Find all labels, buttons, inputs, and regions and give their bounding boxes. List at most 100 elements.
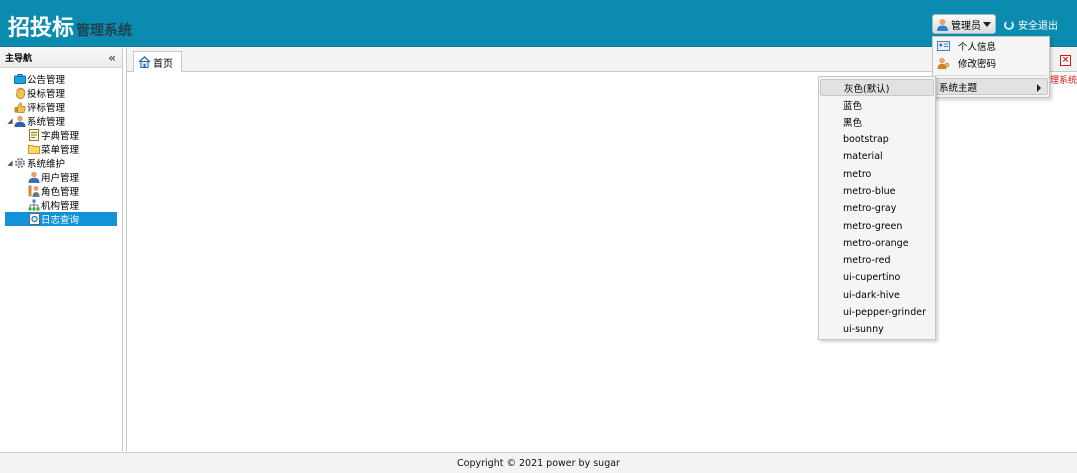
sidebar-item-label: 日志查询: [41, 215, 80, 226]
tree-expanded-icon[interactable]: ◢: [6, 117, 14, 125]
sidebar-item-system-management[interactable]: ◢ 系统管理: [0, 114, 122, 128]
theme-option[interactable]: metro-orange: [819, 235, 935, 252]
sidebar-item-label: 菜单管理: [41, 145, 80, 156]
hand-icon: [14, 87, 26, 99]
tab-home[interactable]: 首页: [133, 51, 182, 72]
theme-option[interactable]: ui-cupertino: [819, 269, 935, 286]
theme-option[interactable]: metro-green: [819, 217, 935, 234]
footer: Copyright © 2021 power by sugar: [0, 452, 1077, 473]
menu-divider: [935, 75, 1047, 76]
sidebar-item-label: 公告管理: [27, 75, 66, 86]
sidebar-item-label: 系统管理: [27, 117, 66, 128]
org-icon: [28, 199, 40, 211]
theme-option-label: material: [843, 151, 883, 163]
menu-item-profile-label: 个人信息: [958, 41, 997, 53]
theme-option-label: metro-blue: [843, 185, 896, 197]
folder-icon: [28, 144, 40, 155]
tree-expanded-icon[interactable]: ◢: [6, 159, 14, 167]
sidebar-item-dictionary[interactable]: 字典管理: [0, 128, 122, 142]
sidebar: 主导航 « 公告管理 投标管理 评标管理 ◢ 系统管理 字典管理 菜单管理 ◢ …: [0, 48, 123, 451]
logout-button[interactable]: 安全退出: [1004, 17, 1058, 32]
sidebar-item-menu-management[interactable]: 菜单管理: [0, 142, 122, 156]
user-dropdown-menu: 个人信息 修改密码 系统主题: [932, 36, 1050, 98]
sidebar-title: 主导航: [5, 54, 33, 64]
role-icon: [28, 185, 40, 197]
sidebar-item-label: 系统维护: [27, 159, 66, 170]
chevron-down-icon: [983, 22, 991, 27]
menu-item-system-theme-label: 系统主题: [939, 82, 978, 94]
theme-option-label: metro: [843, 168, 872, 180]
theme-option-label: 黑色: [843, 118, 863, 130]
theme-option[interactable]: metro-red: [819, 252, 935, 269]
sidebar-item-announcements[interactable]: 公告管理: [0, 72, 122, 86]
marquee-text: 管理系统: [1049, 76, 1077, 86]
sidebar-item-label: 用户管理: [41, 173, 80, 184]
theme-option-label: ui-cupertino: [843, 272, 901, 284]
copyright-text: Copyright © 2021 power by sugar: [457, 458, 620, 469]
theme-option-label: 蓝色: [843, 100, 863, 112]
close-icon[interactable]: ×: [1060, 55, 1071, 66]
user-icon: [936, 18, 949, 31]
sidebar-item-label: 字典管理: [41, 131, 80, 142]
theme-option[interactable]: 蓝色: [819, 96, 935, 113]
sidebar-item-label: 机构管理: [41, 201, 80, 212]
power-icon: [1004, 19, 1014, 30]
brand-sub-title: 管理系统: [76, 23, 133, 39]
theme-option-label: metro-orange: [843, 237, 909, 249]
document-icon: [28, 129, 40, 141]
theme-option[interactable]: 黑色: [819, 114, 935, 131]
user-menu-label: 管理员: [951, 20, 981, 32]
home-icon: [138, 56, 151, 68]
gear-icon: [14, 158, 26, 169]
theme-option-label: 灰色(默认): [844, 83, 890, 95]
menu-item-profile[interactable]: 个人信息: [933, 37, 1049, 54]
theme-option-label: ui-dark-hive: [843, 289, 900, 301]
sidebar-item-org-management[interactable]: 机构管理: [0, 198, 122, 212]
theme-submenu: 灰色(默认) 蓝色 黑色 bootstrap material metro me…: [818, 76, 936, 340]
sidebar-item-evaluation[interactable]: 评标管理: [0, 100, 122, 114]
theme-option[interactable]: ui-dark-hive: [819, 287, 935, 304]
theme-option-label: ui-sunny: [843, 324, 884, 336]
brand-main-title: 招投标: [8, 16, 75, 41]
theme-option-label: metro-green: [843, 220, 903, 232]
user-key-icon: [937, 57, 950, 69]
theme-option-label: metro-gray: [843, 203, 897, 215]
logout-label: 安全退出: [1018, 21, 1058, 32]
thumbs-up-icon: [14, 102, 26, 113]
theme-option-label: bootstrap: [843, 134, 889, 146]
sidebar-item-system-maintenance[interactable]: ◢ 系统维护: [0, 156, 122, 170]
menu-item-system-theme[interactable]: 系统主题: [934, 78, 1048, 95]
sidebar-item-label: 角色管理: [41, 187, 80, 198]
theme-option-label: ui-pepper-grinder: [843, 307, 926, 318]
user-icon: [14, 115, 26, 127]
sidebar-item-label: 投标管理: [27, 89, 66, 100]
user-icon: [28, 171, 40, 183]
theme-option[interactable]: 灰色(默认): [820, 79, 934, 97]
log-icon: [28, 213, 40, 225]
sidebar-header: 主导航 «: [0, 48, 122, 68]
briefcase-icon: [14, 74, 26, 85]
theme-option[interactable]: ui-pepper-grinder: [819, 304, 935, 321]
theme-option[interactable]: metro: [819, 165, 935, 182]
menu-item-change-password-label: 修改密码: [958, 58, 997, 70]
sidebar-item-role-management[interactable]: 角色管理: [0, 184, 122, 198]
sidebar-item-label: 评标管理: [27, 103, 66, 114]
collapse-icon[interactable]: «: [108, 51, 116, 65]
sidebar-item-log-query[interactable]: 日志查询: [5, 212, 117, 226]
top-header: 招投标 管理系统 管理员 安全退出: [0, 0, 1077, 47]
theme-option-label: metro-red: [843, 255, 891, 267]
id-card-icon: [937, 40, 950, 52]
theme-option[interactable]: metro-blue: [819, 183, 935, 200]
sidebar-item-user-management[interactable]: 用户管理: [0, 170, 122, 184]
menu-item-change-password[interactable]: 修改密码: [933, 54, 1049, 71]
sidebar-item-bidding[interactable]: 投标管理: [0, 86, 122, 100]
theme-option[interactable]: bootstrap: [819, 131, 935, 148]
nav-tree: 公告管理 投标管理 评标管理 ◢ 系统管理 字典管理 菜单管理 ◢ 系统维护 用…: [0, 68, 122, 226]
theme-option[interactable]: ui-sunny: [819, 321, 935, 338]
theme-option[interactable]: metro-gray: [819, 200, 935, 217]
chevron-right-icon: [1037, 84, 1041, 92]
brand-logo: 招投标 管理系统: [8, 10, 133, 41]
tab-home-label: 首页: [153, 58, 173, 70]
user-menu-button[interactable]: 管理员: [932, 14, 996, 34]
theme-option[interactable]: material: [819, 148, 935, 165]
